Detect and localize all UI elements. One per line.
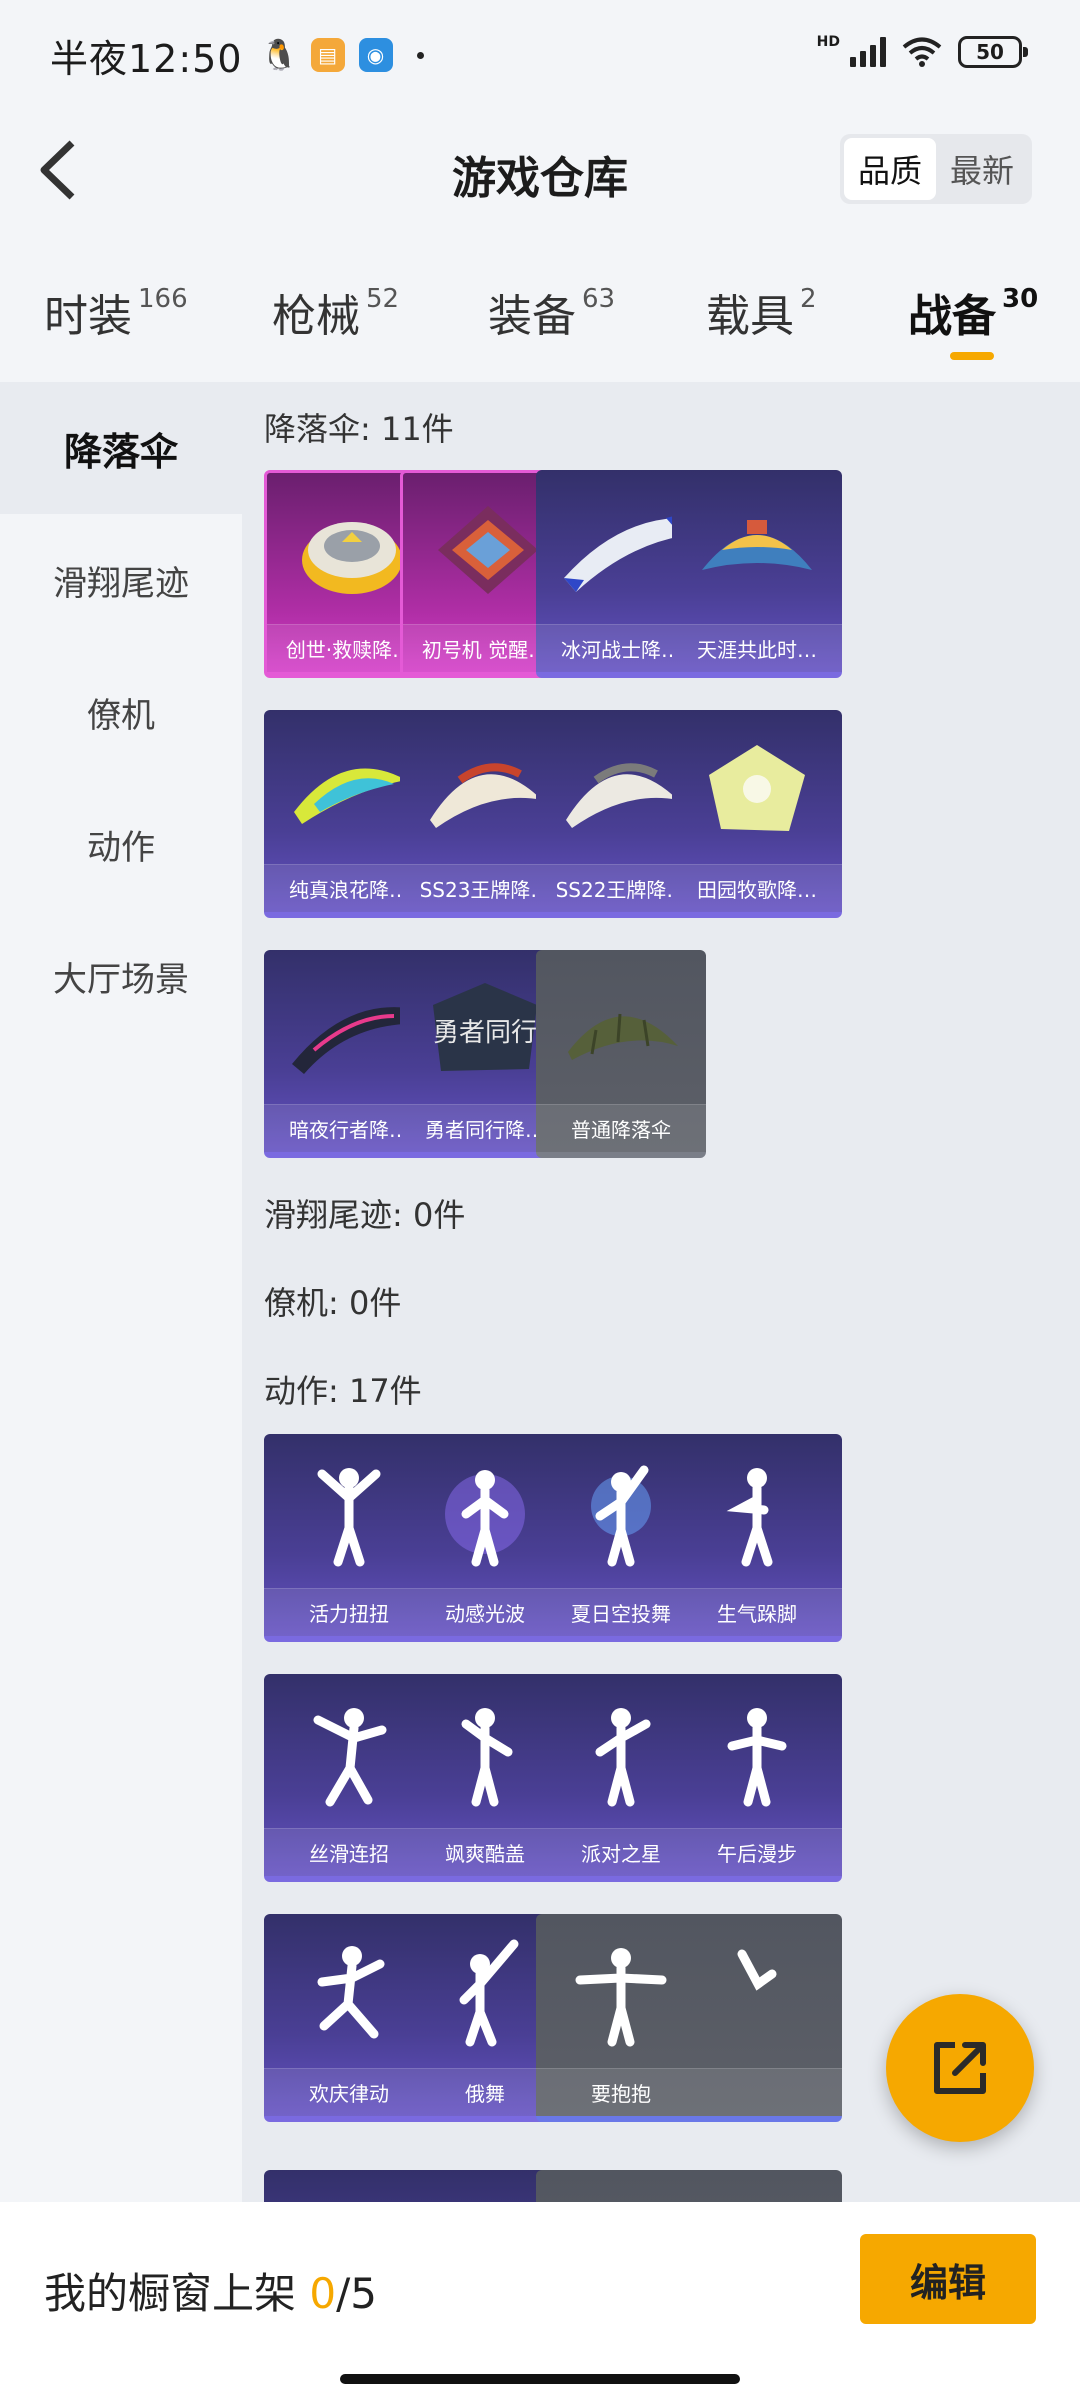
note-app-icon: ▤ <box>310 38 345 72</box>
item-label: 生气跺脚 <box>672 1588 842 1636</box>
status-bar: 半夜12:50 🐧 ▤ ◉ HD 50 <box>0 0 1080 110</box>
sort-latest-button[interactable]: 最新 <box>936 138 1028 200</box>
item-card[interactable]: 生气跺脚 <box>672 1434 842 1642</box>
parachute-image <box>672 710 842 870</box>
game-warehouse-screen: 半夜12:50 🐧 ▤ ◉ HD 50 游戏仓库 品质 最新 时装 166 枪械… <box>0 0 1080 2400</box>
qq-icon: 🐧 <box>260 37 299 73</box>
shelf-label: 我的橱窗上架 <box>44 2269 310 2318</box>
emote-figure-icon <box>672 1914 842 2074</box>
item-list: 降落伞: 11件 创世·救赎降… 初号机 觉醒… 冰河战士降… 天涯共此时… 纯… <box>242 382 1080 2202</box>
battery-level: 50 <box>976 40 1004 64</box>
item-label <box>672 2068 842 2116</box>
tab-count: 30 <box>1002 284 1039 314</box>
sidebar: 降落伞 滑翔尾迹 僚机 动作 大厅场景 <box>0 382 242 2202</box>
status-app-icons: 🐧 ▤ ◉ <box>260 37 424 73</box>
section-title-glide-trail: 滑翔尾迹: 0件 <box>264 1196 466 1234</box>
item-label: 天涯共此时… <box>672 624 842 672</box>
battery-icon: 50 <box>958 36 1028 68</box>
tab-battle-gear[interactable]: 战备 30 <box>908 280 1038 344</box>
item-label: 普通降落伞 <box>536 1104 706 1152</box>
tab-label: 枪械 <box>272 291 360 342</box>
parachute-image <box>536 950 706 1110</box>
blue-app-icon: ◉ <box>358 38 393 72</box>
sidebar-item-glide-trail[interactable]: 滑翔尾迹 <box>0 514 242 646</box>
active-tab-indicator <box>950 352 994 360</box>
tab-count: 2 <box>800 284 817 314</box>
status-right: HD 50 <box>816 34 1028 68</box>
wifi-icon <box>902 37 942 67</box>
item-card[interactable]: 普通降落伞 <box>536 950 706 1158</box>
hd-indicator: HD <box>816 34 840 50</box>
bottom-bar: 我的橱窗上架 0/5 编辑 <box>0 2202 1080 2400</box>
sidebar-item-emote[interactable]: 动作 <box>0 778 242 910</box>
section-title-wingman: 僚机: 0件 <box>264 1284 402 1322</box>
tab-guns[interactable]: 枪械 52 <box>272 280 399 344</box>
shelf-total: /5 <box>336 2269 377 2318</box>
tab-label: 装备 <box>488 291 576 342</box>
section-title-emote: 动作: 17件 <box>264 1372 422 1410</box>
parachute-art-text: 勇者同行 <box>433 1018 537 1048</box>
tab-count: 52 <box>366 284 400 314</box>
edit-button[interactable]: 编辑 <box>860 2234 1036 2324</box>
sidebar-item-parachute[interactable]: 降落伞 <box>0 382 242 514</box>
tab-label: 战备 <box>908 291 996 342</box>
category-tabs: 时装 166 枪械 52 装备 63 载具 2 战备 30 <box>0 260 1080 360</box>
emote-figure-icon <box>672 1434 842 1594</box>
signal-icon <box>850 37 886 67</box>
share-button[interactable] <box>886 1994 1034 2142</box>
sort-quality-button[interactable]: 品质 <box>843 138 936 200</box>
item-card[interactable]: 田园牧歌降… <box>672 710 842 918</box>
tab-fashion[interactable]: 时装 166 <box>44 280 188 344</box>
item-card[interactable]: 天涯共此时… <box>672 470 842 678</box>
tab-count: 166 <box>138 284 188 314</box>
share-icon <box>934 2042 986 2094</box>
sort-toggle: 品质 最新 <box>839 134 1032 204</box>
emote-figure-icon <box>672 1674 842 1834</box>
sidebar-item-wingman[interactable]: 僚机 <box>0 646 242 778</box>
tab-label: 载具 <box>706 291 794 342</box>
more-notifications-dot <box>416 51 424 59</box>
tab-equipment[interactable]: 装备 63 <box>488 280 615 344</box>
sidebar-item-lobby-scene[interactable]: 大厅场景 <box>0 910 242 1042</box>
item-card[interactable] <box>672 2170 842 2202</box>
header: 游戏仓库 品质 最新 <box>0 110 1080 230</box>
home-indicator[interactable] <box>340 2374 740 2384</box>
item-card[interactable]: 午后漫步 <box>672 1674 842 1882</box>
tab-count: 63 <box>582 284 616 314</box>
item-label: 午后漫步 <box>672 1828 842 1876</box>
section-title-parachute: 降落伞: 11件 <box>264 410 454 448</box>
shelf-count: 0 <box>309 2269 337 2318</box>
tab-vehicles[interactable]: 载具 2 <box>706 280 817 344</box>
item-card[interactable] <box>672 1914 842 2122</box>
showcase-shelf-status: 我的橱窗上架 0/5 <box>44 2260 377 2321</box>
item-label: 田园牧歌降… <box>672 864 842 912</box>
tab-label: 时装 <box>44 291 132 342</box>
parachute-image <box>672 470 842 630</box>
status-time: 半夜12:50 <box>50 36 243 81</box>
